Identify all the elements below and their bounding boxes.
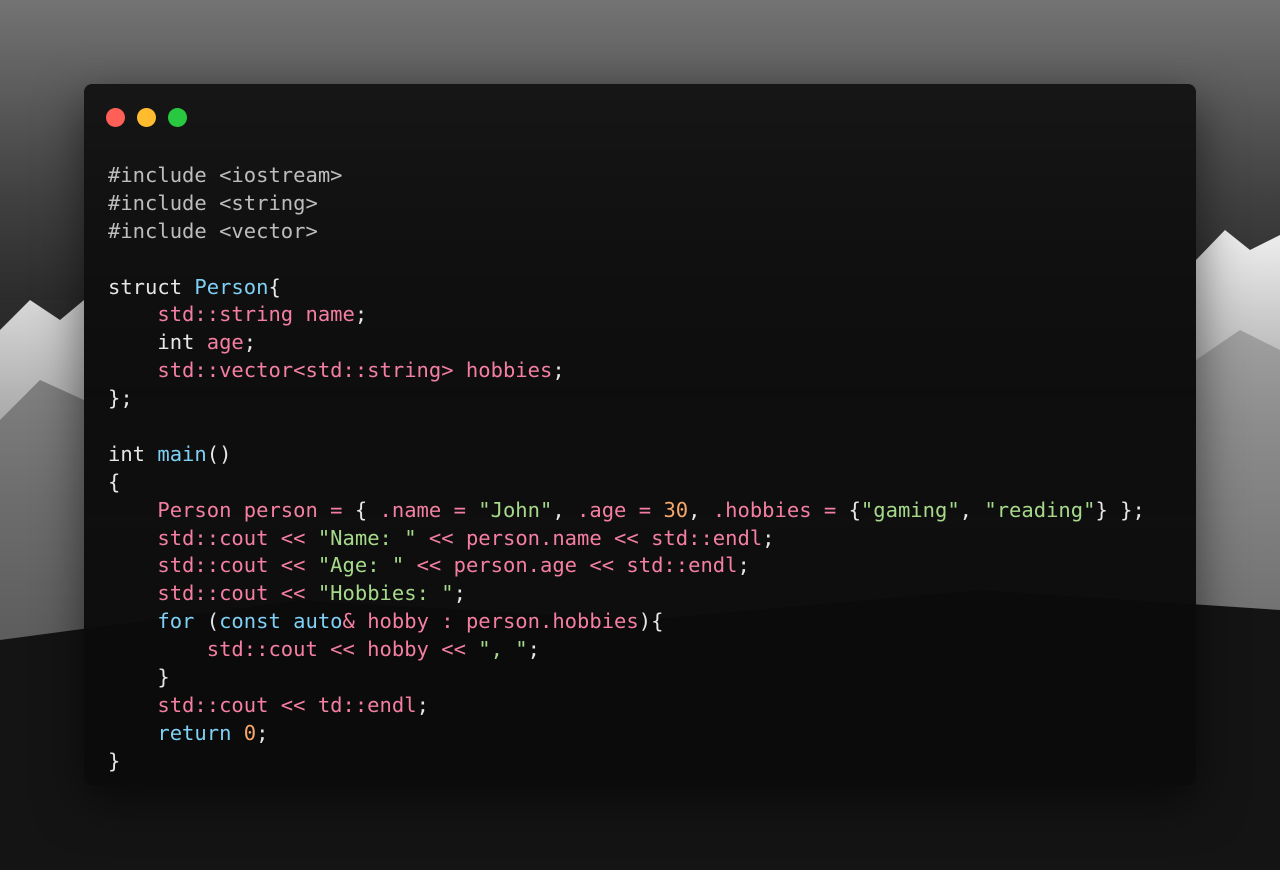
code-token-plain: { bbox=[108, 469, 121, 494]
code-token-plain: ; bbox=[737, 553, 750, 578]
minimize-button[interactable] bbox=[137, 108, 156, 127]
code-token-type: std::vector<std::string> hobbies bbox=[108, 358, 553, 383]
code-token-string: "gaming" bbox=[860, 497, 960, 522]
code-token-plain: }; bbox=[108, 386, 133, 411]
code-window: #include <iostream> #include <string> #inc… bbox=[84, 84, 1196, 785]
code-token-type: .hobbies = bbox=[712, 497, 849, 522]
code-token-plain: { bbox=[268, 274, 281, 299]
code-token-plain: } bbox=[108, 748, 121, 773]
code-token-string: "reading" bbox=[984, 497, 1096, 522]
code-token-plain: struct bbox=[108, 274, 195, 299]
code-token-type: << person.name << std::endl bbox=[416, 525, 763, 550]
code-token-type: << person.age << std::endl bbox=[404, 553, 738, 578]
code-token-plain: ; bbox=[762, 525, 775, 550]
code-token-plain: ( bbox=[206, 609, 220, 634]
code-line: #include <string> bbox=[108, 190, 1145, 218]
code-token-type: Person person = bbox=[108, 497, 355, 522]
window-controls bbox=[106, 108, 187, 127]
code-token-type: std::cout << bbox=[108, 525, 318, 550]
code-token-string: "Hobbies: " bbox=[317, 581, 454, 606]
code-token-string: "John" bbox=[478, 497, 553, 522]
code-token-number: 30 bbox=[663, 497, 689, 522]
code-line: std::vector<std::string> hobbies; bbox=[108, 357, 1145, 385]
code-line: for (const auto& hobby : person.hobbies)… bbox=[108, 608, 1145, 636]
code-token-type: std::cout << hobby << bbox=[108, 637, 479, 662]
code-line: std::cout << td::endl; bbox=[108, 692, 1145, 720]
code-line: } bbox=[108, 748, 1145, 776]
code-line: Person person = { .name = "John", .age =… bbox=[108, 497, 1145, 525]
code-token-plain: ; bbox=[416, 692, 429, 717]
maximize-button[interactable] bbox=[168, 108, 187, 127]
code-line: std::string name; bbox=[108, 301, 1145, 329]
code-token-keyword: const auto bbox=[219, 609, 343, 634]
code-token-keyword: return bbox=[157, 720, 244, 745]
code-token-string: "Name: " bbox=[317, 525, 417, 550]
code-token-preprocessor: #include <string> bbox=[108, 190, 318, 215]
code-line: std::cout << "Hobbies: "; bbox=[108, 580, 1145, 608]
code-block: #include <iostream> #include <string> #inc… bbox=[108, 162, 1145, 776]
code-line: }; bbox=[108, 385, 1145, 413]
code-token-plain: ; bbox=[552, 358, 565, 383]
code-token-keyword: main bbox=[157, 441, 207, 466]
code-line: int age; bbox=[108, 329, 1145, 357]
code-token-plain: ; bbox=[453, 581, 466, 606]
code-token-plain: { bbox=[848, 497, 861, 522]
code-token-plain: ; bbox=[354, 302, 368, 327]
code-token-plain: ; bbox=[243, 330, 257, 355]
code-token-plain: ; bbox=[256, 720, 269, 745]
code-line: std::cout << "Age: " << person.age << st… bbox=[108, 552, 1145, 580]
code-token-type: std::string name bbox=[108, 302, 355, 327]
code-token-plain: } }; bbox=[1095, 497, 1145, 522]
code-token-keyword: for bbox=[157, 609, 207, 634]
close-button[interactable] bbox=[106, 108, 125, 127]
code-token-keyword: Person bbox=[194, 274, 269, 299]
code-line: std::cout << hobby << ", "; bbox=[108, 636, 1145, 664]
code-line: return 0; bbox=[108, 720, 1145, 748]
code-line: { bbox=[108, 469, 1145, 497]
code-line: #include <vector> bbox=[108, 218, 1145, 246]
code-token-type: std::cout << bbox=[108, 581, 318, 606]
code-line: } bbox=[108, 664, 1145, 692]
code-token-number: 0 bbox=[243, 720, 257, 745]
code-token-type: std::cout << td::endl bbox=[108, 692, 417, 717]
code-token-string: ", " bbox=[478, 637, 528, 662]
code-token-plain: () bbox=[206, 441, 232, 466]
code-token-plain: , bbox=[552, 497, 578, 522]
code-line: struct Person{ bbox=[108, 274, 1145, 302]
code-token-type: age bbox=[206, 330, 244, 355]
code-token-plain: ){ bbox=[638, 609, 664, 634]
code-token-type: hobby : person.hobbies bbox=[367, 609, 639, 634]
code-token-plain: ; bbox=[527, 637, 540, 662]
code-token-type: std::cout << bbox=[108, 553, 318, 578]
code-token-plain: { bbox=[354, 497, 380, 522]
code-token-string: "Age: " bbox=[317, 553, 405, 578]
code-token-preprocessor: #include <iostream> bbox=[108, 163, 343, 187]
code-token-preprocessor: #include <vector> bbox=[108, 218, 318, 243]
code-line: #include <iostream> bbox=[108, 162, 1145, 190]
code-token-plain: , bbox=[688, 497, 713, 522]
code-token-plain: } bbox=[108, 665, 170, 690]
code-line: int main() bbox=[108, 441, 1145, 469]
code-token-plain: int bbox=[108, 441, 158, 466]
code-token-plain: int bbox=[108, 330, 207, 355]
code-line: std::cout << "Name: " << person.name << … bbox=[108, 525, 1145, 553]
code-token-type: .name = bbox=[379, 497, 479, 522]
code-token-plain: , bbox=[959, 497, 985, 522]
code-token-type: .age = bbox=[577, 497, 664, 522]
code-token-type: & bbox=[342, 609, 368, 634]
